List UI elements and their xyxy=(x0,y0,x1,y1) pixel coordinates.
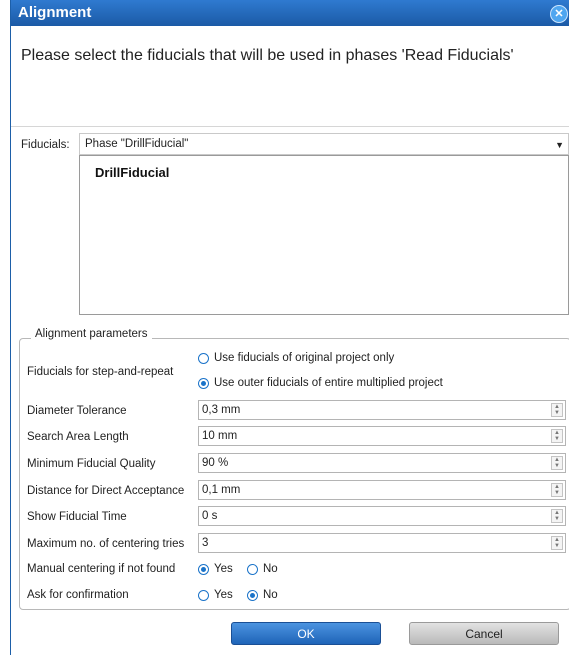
min-fiducial-quality-label: Minimum Fiducial Quality xyxy=(27,458,156,470)
diameter-tolerance-value: 0,3 mm xyxy=(202,404,241,416)
cancel-button[interactable]: Cancel xyxy=(409,622,559,645)
diameter-tolerance-field[interactable]: 0,3 mm ▲ ▼ xyxy=(198,400,566,420)
ok-button[interactable]: OK xyxy=(231,622,381,645)
radio-manual-centering-yes-label[interactable]: Yes xyxy=(214,563,233,575)
min-fiducial-quality-field[interactable]: 90 % ▲ ▼ xyxy=(198,453,566,473)
radio-original-only-label[interactable]: Use fiducials of original project only xyxy=(214,352,394,364)
divider xyxy=(11,126,569,127)
radio-manual-centering-no[interactable] xyxy=(247,564,258,575)
show-fiducial-time-field[interactable]: 0 s ▲ ▼ xyxy=(198,506,566,526)
spin-down-icon[interactable]: ▼ xyxy=(552,543,562,549)
alignment-dialog: Alignment ✕ Please select the fiducials … xyxy=(10,0,569,655)
list-item[interactable]: DrillFiducial xyxy=(95,165,169,180)
spinner[interactable]: ▲ ▼ xyxy=(551,456,563,470)
close-icon[interactable]: ✕ xyxy=(550,5,568,23)
show-fiducial-time-value: 0 s xyxy=(202,510,218,522)
radio-ask-confirmation-yes-label[interactable]: Yes xyxy=(214,589,233,601)
search-area-length-field[interactable]: 10 mm ▲ ▼ xyxy=(198,426,566,446)
spinner[interactable]: ▲ ▼ xyxy=(551,509,563,523)
phase-dropdown[interactable]: Phase "DrillFiducial" ▼ xyxy=(79,133,569,155)
radio-outer-fiducials[interactable] xyxy=(198,378,209,389)
min-fiducial-quality-value: 90 % xyxy=(202,457,229,469)
search-area-length-label: Search Area Length xyxy=(27,431,129,443)
spin-down-icon[interactable]: ▼ xyxy=(552,463,562,469)
radio-ask-confirmation-yes[interactable] xyxy=(198,590,209,601)
max-centering-tries-value: 3 xyxy=(202,537,209,549)
spinner[interactable]: ▲ ▼ xyxy=(551,429,563,443)
dialog-title: Alignment xyxy=(18,4,92,21)
max-centering-tries-field[interactable]: 3 ▲ ▼ xyxy=(198,533,566,553)
spinner[interactable]: ▲ ▼ xyxy=(551,536,563,550)
fiducials-label: Fiducials: xyxy=(21,139,70,151)
radio-original-only[interactable] xyxy=(198,353,209,364)
search-area-length-value: 10 mm xyxy=(202,430,238,442)
instruction-text: Please select the fiducials that will be… xyxy=(21,47,514,64)
title-bar: Alignment ✕ xyxy=(11,0,569,26)
radio-ask-confirmation-no[interactable] xyxy=(247,590,258,601)
spin-down-icon[interactable]: ▼ xyxy=(552,410,562,416)
direct-acceptance-label: Distance for Direct Acceptance xyxy=(27,485,185,497)
spinner[interactable]: ▲ ▼ xyxy=(551,483,563,497)
spin-down-icon[interactable]: ▼ xyxy=(552,516,562,522)
show-fiducial-time-label: Show Fiducial Time xyxy=(27,511,127,523)
phase-dropdown-value: Phase "DrillFiducial" xyxy=(85,138,189,150)
spin-down-icon[interactable]: ▼ xyxy=(552,490,562,496)
spinner[interactable]: ▲ ▼ xyxy=(551,403,563,417)
chevron-down-icon[interactable]: ▼ xyxy=(555,140,564,150)
diameter-tolerance-label: Diameter Tolerance xyxy=(27,405,127,417)
spin-down-icon[interactable]: ▼ xyxy=(552,436,562,442)
direct-acceptance-field[interactable]: 0,1 mm ▲ ▼ xyxy=(198,480,566,500)
ask-confirmation-label: Ask for confirmation xyxy=(27,589,129,601)
direct-acceptance-value: 0,1 mm xyxy=(202,484,241,496)
group-legend: Alignment parameters xyxy=(31,328,152,340)
radio-manual-centering-yes[interactable] xyxy=(198,564,209,575)
fiducial-list[interactable]: DrillFiducial xyxy=(79,155,569,315)
step-repeat-label: Fiducials for step-and-repeat xyxy=(27,366,174,378)
radio-ask-confirmation-no-label[interactable]: No xyxy=(263,589,278,601)
manual-centering-label: Manual centering if not found xyxy=(27,563,176,575)
radio-manual-centering-no-label[interactable]: No xyxy=(263,563,278,575)
radio-outer-fiducials-label[interactable]: Use outer fiducials of entire multiplied… xyxy=(214,377,443,389)
max-centering-tries-label: Maximum no. of centering tries xyxy=(27,538,185,550)
